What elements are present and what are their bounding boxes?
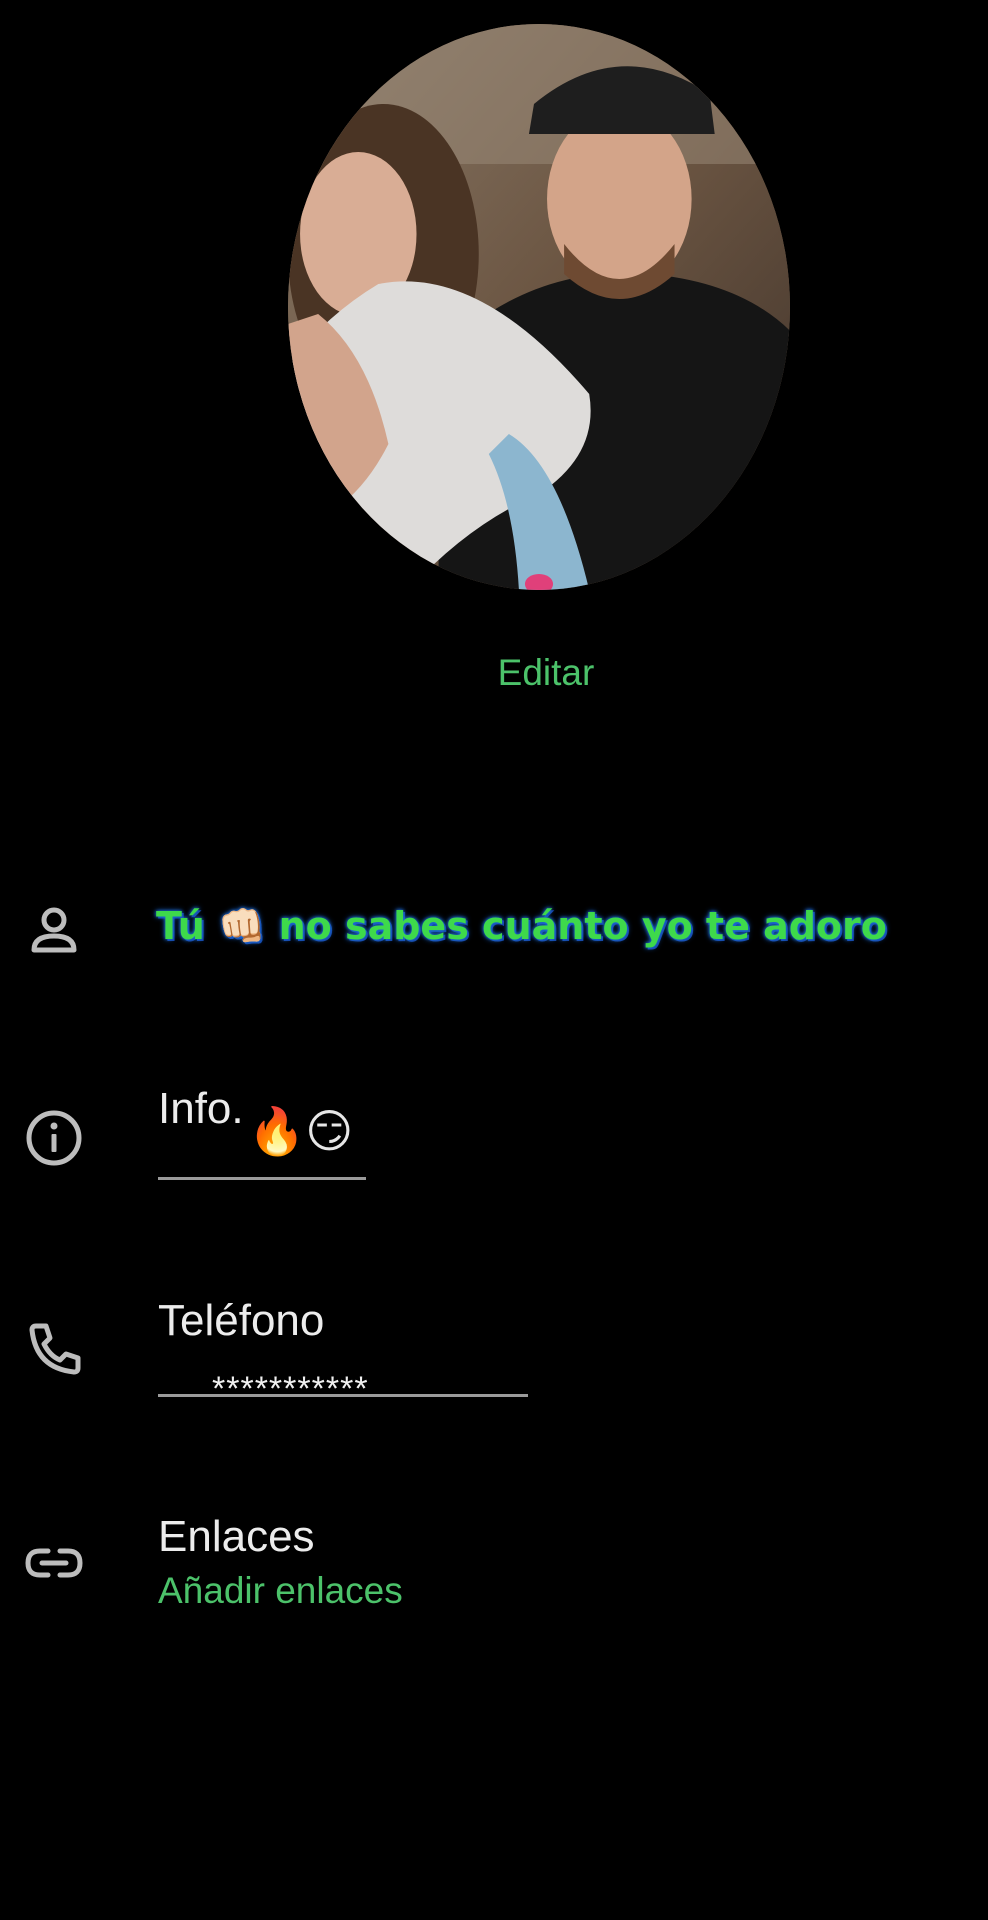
phone-label: Teléfono xyxy=(158,1296,325,1345)
profile-name[interactable]: Tú 👊🏻 no sabes cuánto yo te adoro xyxy=(156,904,887,949)
add-links-button[interactable]: Añadir enlaces xyxy=(158,1570,403,1612)
phone-number: *********** xyxy=(212,1370,369,1408)
info-label: Info. xyxy=(158,1084,244,1133)
phone-field-underline[interactable] xyxy=(158,1394,528,1397)
info-field-underline[interactable] xyxy=(158,1177,366,1180)
links-label: Enlaces xyxy=(158,1512,315,1561)
profile-photo-image xyxy=(288,24,790,590)
info-emojis: 🔥😏 xyxy=(248,1105,354,1157)
edit-photo-button[interactable]: Editar xyxy=(0,652,988,694)
link-icon xyxy=(22,1531,86,1595)
phone-icon xyxy=(22,1316,86,1380)
profile-photo[interactable] xyxy=(288,24,790,590)
person-icon xyxy=(22,898,86,962)
info-icon xyxy=(22,1106,86,1170)
